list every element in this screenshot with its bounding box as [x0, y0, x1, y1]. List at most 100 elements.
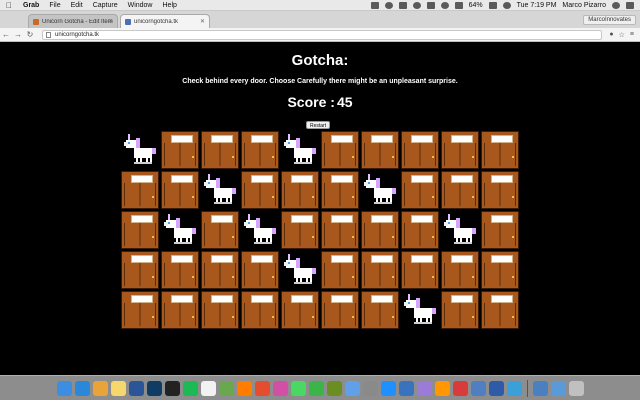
calendar-icon[interactable] — [200, 380, 216, 396]
door-cell[interactable] — [320, 290, 360, 330]
profile-button[interactable]: MarcoInnovates — [583, 15, 636, 25]
clock[interactable]: Tue 7:19 PM — [517, 2, 557, 9]
unicorn-cell[interactable] — [240, 210, 280, 250]
door-cell[interactable] — [480, 250, 520, 290]
door-cell[interactable] — [440, 250, 480, 290]
door-cell[interactable] — [120, 170, 160, 210]
menu-edit[interactable]: Edit — [66, 2, 88, 9]
tab-close-icon[interactable]: ✕ — [200, 18, 205, 25]
door-cell[interactable] — [320, 130, 360, 170]
unicorn-cell[interactable] — [200, 170, 240, 210]
spotify-icon[interactable] — [182, 380, 198, 396]
unicorn-cell[interactable] — [280, 250, 320, 290]
address-bar[interactable]: unicorngotcha.tk — [42, 29, 602, 40]
battery-percent[interactable]: 64% — [469, 2, 483, 9]
door-cell[interactable] — [440, 130, 480, 170]
battery-icon[interactable] — [488, 1, 497, 9]
door-cell[interactable] — [320, 170, 360, 210]
door-cell[interactable] — [200, 290, 240, 330]
downloads-icon[interactable] — [532, 380, 548, 396]
door-cell[interactable] — [440, 290, 480, 330]
unicorn-cell[interactable] — [360, 170, 400, 210]
door-cell[interactable] — [120, 290, 160, 330]
door-cell[interactable] — [200, 130, 240, 170]
door-cell[interactable] — [360, 290, 400, 330]
door-cell[interactable] — [240, 250, 280, 290]
forward-icon[interactable]: → — [12, 30, 24, 39]
appstore-icon[interactable] — [380, 380, 396, 396]
unicorn-cell[interactable] — [280, 130, 320, 170]
dropbox-icon[interactable] — [370, 1, 379, 9]
door-cell[interactable] — [480, 290, 520, 330]
globe-icon[interactable] — [506, 380, 522, 396]
sublime-icon[interactable] — [434, 380, 450, 396]
minecraft-icon[interactable] — [326, 380, 342, 396]
facetime-icon[interactable] — [308, 380, 324, 396]
door-cell[interactable] — [240, 290, 280, 330]
notification-center-icon[interactable] — [626, 1, 634, 9]
door-cell[interactable] — [280, 290, 320, 330]
menu-app-grab[interactable]: Grab — [18, 2, 44, 9]
unicorn-cell[interactable] — [160, 210, 200, 250]
volume-icon[interactable] — [454, 1, 463, 9]
door-cell[interactable] — [360, 210, 400, 250]
apple-icon[interactable]:  — [0, 1, 18, 10]
xcode-icon[interactable] — [398, 380, 414, 396]
door-cell[interactable] — [160, 130, 200, 170]
door-cell[interactable] — [360, 130, 400, 170]
cube-icon[interactable] — [416, 380, 432, 396]
door-cell[interactable] — [400, 250, 440, 290]
door-cell[interactable] — [240, 130, 280, 170]
tab-close-icon[interactable]: ✕ — [108, 18, 113, 25]
safari-icon[interactable] — [74, 380, 90, 396]
door-cell[interactable] — [120, 250, 160, 290]
status-icon[interactable] — [384, 1, 393, 9]
photos-icon[interactable] — [92, 380, 108, 396]
door-cell[interactable] — [360, 250, 400, 290]
door-cell[interactable] — [200, 250, 240, 290]
menu-window[interactable]: Window — [123, 2, 158, 9]
trash-icon[interactable] — [568, 380, 584, 396]
photoshop-icon[interactable] — [146, 380, 162, 396]
door-cell[interactable] — [200, 210, 240, 250]
bluetooth-icon[interactable] — [426, 1, 435, 9]
spotlight-icon[interactable] — [612, 1, 620, 9]
chrome-icon[interactable] — [254, 380, 270, 396]
menu-icon[interactable]: ≡ — [630, 31, 634, 39]
extension-icon[interactable]: ● — [609, 31, 613, 39]
door-cell[interactable] — [400, 170, 440, 210]
menu-help[interactable]: Help — [158, 2, 182, 9]
door-cell[interactable] — [480, 170, 520, 210]
timemachine-icon[interactable] — [412, 1, 421, 9]
keynote-icon[interactable] — [470, 380, 486, 396]
star-icon[interactable]: ☆ — [619, 31, 625, 39]
door-cell[interactable] — [320, 250, 360, 290]
door-cell[interactable] — [120, 210, 160, 250]
folder-icon[interactable] — [550, 380, 566, 396]
door-cell[interactable] — [400, 210, 440, 250]
preview-icon[interactable] — [218, 380, 234, 396]
menu-capture[interactable]: Capture — [88, 2, 123, 9]
illustrator-icon[interactable] — [236, 380, 252, 396]
notes-icon[interactable] — [110, 380, 126, 396]
messages-icon[interactable] — [290, 380, 306, 396]
itunes-icon[interactable] — [272, 380, 288, 396]
evernote-icon[interactable] — [398, 1, 407, 9]
back-icon[interactable]: ← — [0, 30, 12, 39]
door-cell[interactable] — [160, 290, 200, 330]
menu-file[interactable]: File — [44, 2, 65, 9]
reload-icon[interactable]: ↻ — [24, 30, 36, 39]
door-cell[interactable] — [160, 250, 200, 290]
door-cell[interactable] — [400, 130, 440, 170]
terminal-icon[interactable] — [164, 380, 180, 396]
flag-icon[interactable] — [488, 380, 504, 396]
restart-button[interactable]: Restart — [306, 121, 331, 129]
mail-icon[interactable] — [344, 380, 360, 396]
door-cell[interactable] — [320, 210, 360, 250]
door-cell[interactable] — [440, 170, 480, 210]
finder-icon[interactable] — [56, 380, 72, 396]
door-cell[interactable] — [240, 170, 280, 210]
door-cell[interactable] — [280, 170, 320, 210]
word-icon[interactable] — [128, 380, 144, 396]
user-name[interactable]: Marco Pizarro — [562, 2, 606, 9]
